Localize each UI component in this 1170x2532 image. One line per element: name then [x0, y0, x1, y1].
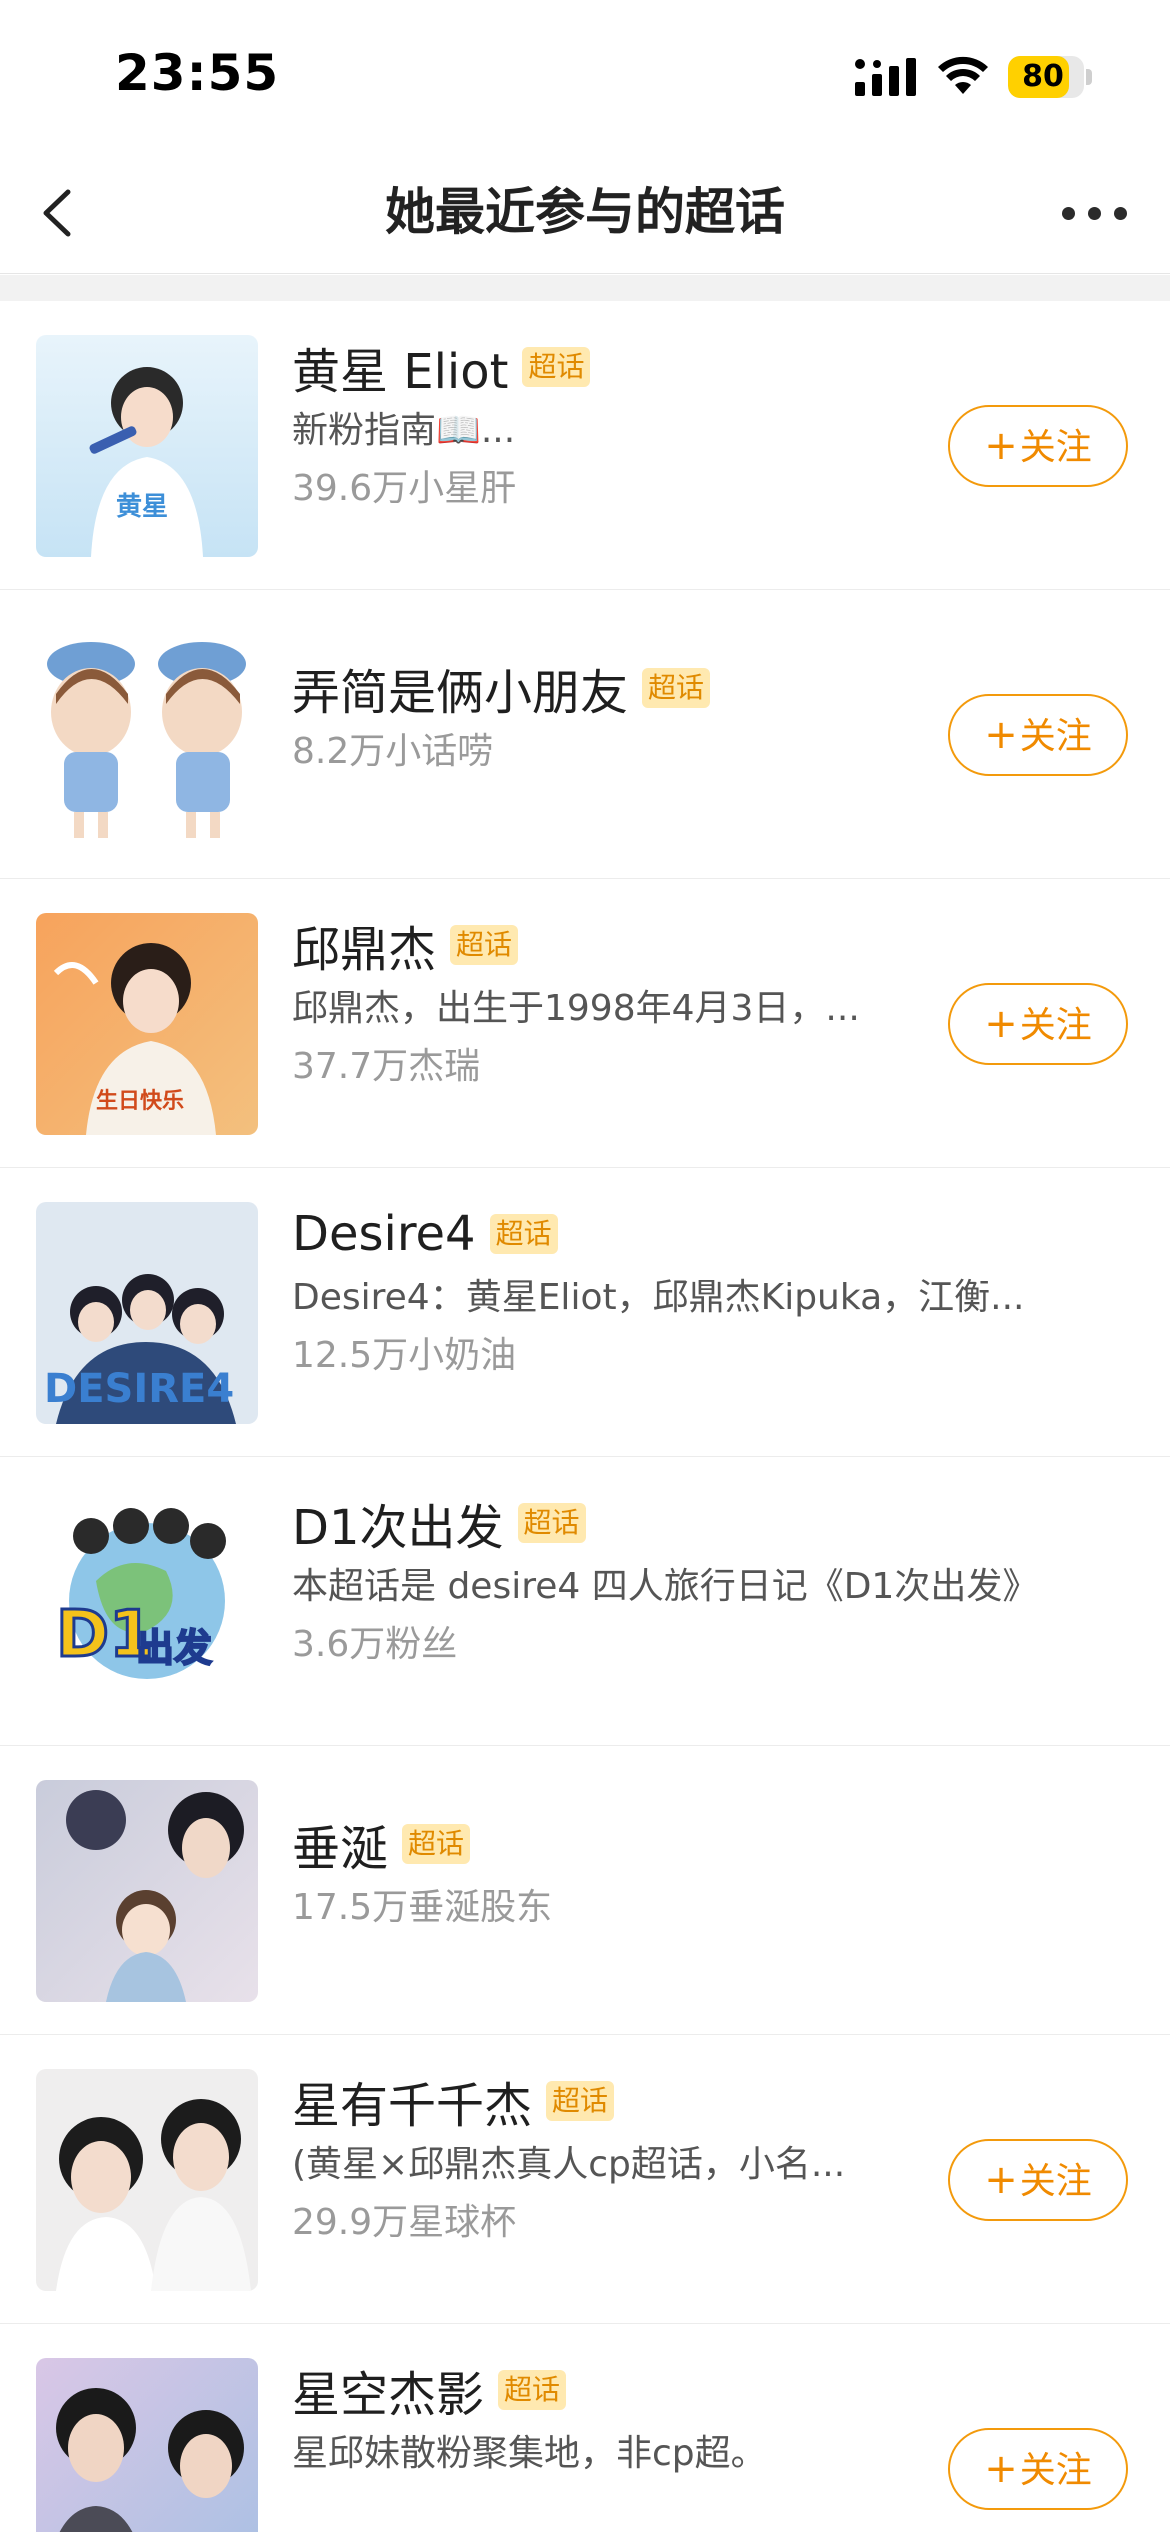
topic-description: Desire4：黄星Eliot，邱鼎杰Kipuka，江衡... [292, 1277, 1025, 1318]
plus-icon: + [984, 423, 1018, 469]
topic-fans-count: 8.2万小话唠 [292, 731, 494, 772]
topic-fans-count: 17.5万垂涎股东 [292, 1887, 553, 1928]
topic-fans-count: 12.5万小奶油 [292, 1335, 517, 1376]
topic-row[interactable]: 星有千千杰 超话 (黄星×邱鼎杰真人cp超话，小名... 29.9万星球杯 +关… [0, 2035, 1170, 2324]
section-divider [0, 275, 1170, 301]
super-topic-tag: 超话 [546, 2081, 615, 2121]
topic-avatar[interactable]: 黄星 [36, 335, 258, 557]
follow-button[interactable]: +关注 [948, 405, 1128, 487]
super-topic-tag: 超话 [517, 1503, 586, 1543]
topic-avatar[interactable] [36, 1780, 258, 2002]
follow-label: 关注 [1019, 427, 1092, 468]
topic-list: 黄星 黄星 Eliot 超话 新粉指南📖... 39.6万小星肝 +关注 弄简是… [0, 301, 1170, 2532]
status-time: 23:55 [115, 44, 280, 102]
topic-description: 星邱妹散粉聚集地，非cp超。 [292, 2433, 767, 2474]
topic-description: (黄星×邱鼎杰真人cp超话，小名... [292, 2144, 846, 2185]
follow-label: 关注 [1019, 2450, 1092, 2491]
plus-icon: + [984, 1001, 1018, 1047]
page-title: 她最近参与的超话 [385, 183, 785, 241]
follow-button[interactable]: +关注 [948, 2139, 1128, 2221]
super-topic-tag: 超话 [498, 2370, 567, 2410]
topic-description: 本超话是 desire4 四人旅行日记《D1次出发》 [292, 1566, 1039, 1607]
topic-fans-count: 29.9万星球杯 [292, 2202, 517, 2243]
super-topic-tag: 超话 [522, 347, 591, 387]
topic-row[interactable]: D1 出发 D1次出发 超话 本超话是 desire4 四人旅行日记《D1次出发… [0, 1457, 1170, 1746]
topic-description: 新粉指南📖... [292, 410, 516, 451]
svg-text:黄星: 黄星 [116, 492, 168, 522]
topic-name: 黄星 Eliot [292, 344, 509, 400]
more-dots-icon [1062, 207, 1075, 220]
topic-name: D1次出发 [292, 1500, 504, 1556]
back-button[interactable] [28, 178, 98, 248]
topic-avatar[interactable]: DESIRE4 [36, 1202, 258, 1424]
battery-percent: 80 [1022, 59, 1064, 94]
topic-row[interactable]: 弄简是俩小朋友 超话 8.2万小话唠 +关注 [0, 590, 1170, 879]
super-topic-tag: 超话 [489, 1214, 558, 1254]
topic-fans-count: 3.6万粉丝 [292, 1624, 458, 1665]
battery-icon: 80 [1008, 56, 1092, 98]
super-topic-tag: 超话 [402, 1824, 471, 1864]
plus-icon: + [984, 712, 1018, 758]
topic-row[interactable]: 垂涎 超话 17.5万垂涎股东 [0, 1746, 1170, 2035]
topic-row[interactable]: DESIRE4 Desire4 超话 Desire4：黄星Eliot，邱鼎杰Ki… [0, 1168, 1170, 1457]
topic-avatar[interactable]: 生日快乐 [36, 913, 258, 1135]
super-topic-tag: 超话 [642, 668, 711, 708]
follow-button[interactable]: +关注 [948, 694, 1128, 776]
topic-name: Desire4 [292, 1206, 476, 1262]
follow-button[interactable]: +关注 [948, 983, 1128, 1065]
topic-avatar[interactable] [36, 2358, 258, 2532]
topic-avatar[interactable] [36, 624, 258, 846]
topic-name: 星有千千杰 [292, 2078, 533, 2134]
follow-label: 关注 [1019, 716, 1092, 757]
topic-row[interactable]: 星空杰影 超话 星邱妹散粉聚集地，非cp超。 +关注 [0, 2324, 1170, 2532]
svg-text:DESIRE4: DESIRE4 [44, 1366, 234, 1412]
topic-fans-count: 37.7万杰瑞 [292, 1046, 481, 1087]
topic-name: 垂涎 [292, 1821, 389, 1877]
topic-fans-count: 39.6万小星肝 [292, 468, 517, 509]
topic-name: 弄简是俩小朋友 [292, 665, 629, 721]
follow-label: 关注 [1019, 1005, 1092, 1046]
topic-row[interactable]: 黄星 黄星 Eliot 超话 新粉指南📖... 39.6万小星肝 +关注 [0, 301, 1170, 590]
follow-button[interactable]: +关注 [948, 2428, 1128, 2510]
topic-row[interactable]: 生日快乐 邱鼎杰 超话 邱鼎杰，出生于1998年4月3日，... 37.7万杰瑞… [0, 879, 1170, 1168]
topic-name: 邱鼎杰 [292, 922, 437, 978]
plus-icon: + [984, 2157, 1018, 2203]
cellular-signal-icon [855, 58, 916, 96]
nav-bar: 她最近参与的超话 [0, 150, 1170, 274]
topic-avatar[interactable]: D1 出发 [36, 1491, 258, 1713]
more-button[interactable] [1050, 180, 1140, 244]
wifi-icon [938, 56, 988, 94]
topic-description: 邱鼎杰，出生于1998年4月3日，... [292, 988, 860, 1029]
status-bar: 23:55 80 [0, 0, 1170, 150]
super-topic-tag: 超话 [450, 925, 519, 965]
topic-avatar[interactable] [36, 2069, 258, 2291]
follow-label: 关注 [1019, 2161, 1092, 2202]
svg-text:出发: 出发 [136, 1626, 212, 1670]
topic-name: 星空杰影 [292, 2367, 485, 2423]
plus-icon: + [984, 2446, 1018, 2492]
svg-text:生日快乐: 生日快乐 [96, 1089, 184, 1114]
chevron-left-icon [43, 189, 71, 237]
